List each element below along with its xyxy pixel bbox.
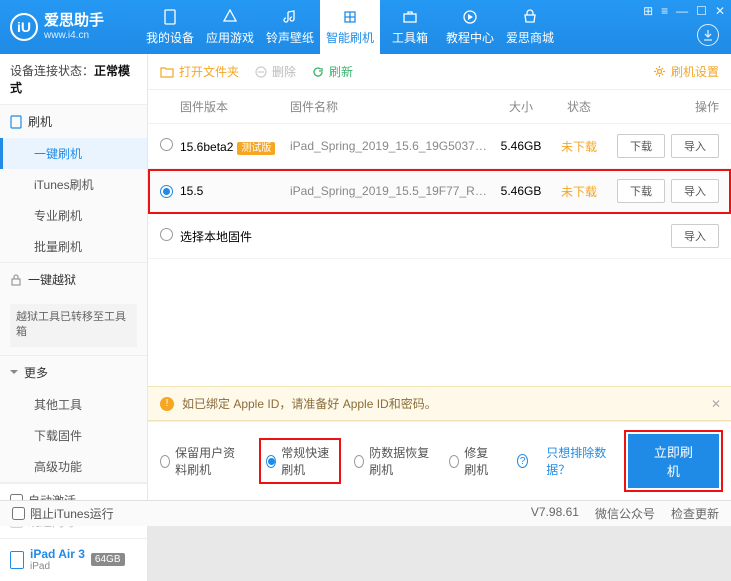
connected-device[interactable]: iPad Air 3 iPad 64GB: [0, 538, 147, 581]
wechat-link[interactable]: 微信公众号: [595, 505, 655, 522]
row-radio[interactable]: [160, 228, 173, 241]
nav-store[interactable]: 爱思商城: [500, 0, 560, 54]
download-button[interactable]: 下载: [617, 134, 665, 158]
col-name: 固件名称: [290, 98, 491, 115]
col-size: 大小: [491, 98, 551, 115]
sidebar-item-other-tools[interactable]: 其他工具: [0, 389, 147, 420]
nav-my-device[interactable]: 我的设备: [140, 0, 200, 54]
app-title: 爱思助手: [44, 13, 104, 30]
help-icon[interactable]: ?: [517, 454, 528, 468]
nav-toolbox[interactable]: 工具箱: [380, 0, 440, 54]
flash-options: 保留用户资料刷机 常规快速刷机 防数据恢复刷机 修复刷机 ? 只想排除数据？ 立…: [148, 421, 731, 500]
import-button[interactable]: 导入: [671, 224, 719, 248]
table-header: 固件版本 固件名称 大小 状态 操作: [148, 90, 731, 124]
opt-normal-fast[interactable]: 常规快速刷机: [264, 443, 336, 479]
sidebar-item-batch-flash[interactable]: 批量刷机: [0, 231, 147, 262]
download-button[interactable]: 下载: [617, 179, 665, 203]
sidebar-item-oneclick-flash[interactable]: 一键刷机: [0, 138, 147, 169]
open-folder-button[interactable]: 打开文件夹: [160, 63, 239, 80]
device-storage-badge: 64GB: [91, 553, 125, 566]
sidebar-item-advanced[interactable]: 高级功能: [0, 451, 147, 482]
close-notice-icon[interactable]: ✕: [711, 397, 721, 411]
delete-button[interactable]: 删除: [255, 63, 296, 80]
refresh-button[interactable]: 刷新: [312, 63, 353, 80]
app-logo: iU 爱思助手 www.i4.cn: [10, 13, 104, 41]
block-itunes-checkbox[interactable]: 阻止iTunes运行: [12, 505, 114, 522]
close-icon[interactable]: ✕: [715, 4, 725, 18]
skin-icon[interactable]: ⊞: [643, 4, 653, 18]
firmware-status: 未下载: [551, 138, 607, 155]
row-radio[interactable]: [160, 185, 173, 198]
sidebar-item-download-fw[interactable]: 下载固件: [0, 420, 147, 451]
folder-icon: [160, 66, 174, 78]
col-version: 固件版本: [180, 98, 290, 115]
table-row-local[interactable]: 选择本地固件 导入: [148, 214, 731, 259]
device-name: iPad Air 3: [30, 547, 85, 561]
flash-now-button[interactable]: 立即刷机: [628, 434, 719, 488]
firmware-size: 5.46GB: [491, 184, 551, 198]
titlebar: iU 爱思助手 www.i4.cn 我的设备 应用游戏 铃声壁纸 智能刷机 工具…: [0, 0, 731, 54]
download-manager-icon[interactable]: [697, 24, 719, 46]
menu-icon[interactable]: ≡: [661, 4, 668, 18]
table-row[interactable]: 15.5 iPad_Spring_2019_15.5_19F77_Restore…: [148, 169, 731, 214]
col-status: 状态: [551, 98, 607, 115]
nav-tutorial[interactable]: 教程中心: [440, 0, 500, 54]
firmware-name: iPad_Spring_2019_15.6_19G5037d_Restore.i…: [290, 139, 491, 153]
firmware-name: iPad_Spring_2019_15.5_19F77_Restore.ipsw: [290, 184, 491, 198]
firmware-table: 固件版本 固件名称 大小 状态 操作 15.6beta2测试版 iPad_Spr…: [148, 90, 731, 386]
appleid-notice: ! 如已绑定 Apple ID，请准备好 Apple ID和密码。 ✕: [148, 386, 731, 421]
maximize-icon[interactable]: ☐: [696, 4, 707, 18]
lock-icon: [10, 274, 22, 286]
check-update-link[interactable]: 检查更新: [671, 505, 719, 522]
app-subtitle: www.i4.cn: [44, 30, 104, 41]
version-label: V7.98.61: [531, 505, 579, 522]
beta-tag: 测试版: [237, 142, 275, 155]
col-action: 操作: [607, 98, 719, 115]
import-button[interactable]: 导入: [671, 134, 719, 158]
minimize-icon[interactable]: —: [676, 4, 688, 18]
nav-apps[interactable]: 应用游戏: [200, 0, 260, 54]
sidebar-item-itunes-flash[interactable]: iTunes刷机: [0, 169, 147, 200]
firmware-size: 5.46GB: [491, 139, 551, 153]
nav-flash[interactable]: 智能刷机: [320, 0, 380, 54]
row-radio[interactable]: [160, 138, 173, 151]
gear-icon: [653, 65, 666, 78]
table-row[interactable]: 15.6beta2测试版 iPad_Spring_2019_15.6_19G50…: [148, 124, 731, 169]
info-icon: !: [160, 397, 174, 411]
window-controls: ⊞ ≡ — ☐ ✕: [643, 4, 725, 18]
device-status: 设备连接状态：正常模式: [0, 54, 147, 105]
main-nav: 我的设备 应用游戏 铃声壁纸 智能刷机 工具箱 教程中心 爱思商城: [140, 0, 560, 54]
logo-icon: iU: [10, 13, 38, 41]
import-button[interactable]: 导入: [671, 179, 719, 203]
jailbreak-note: 越狱工具已转移至工具箱: [10, 304, 137, 347]
exclude-data-link[interactable]: 只想排除数据？: [546, 444, 609, 478]
phone-icon: [10, 115, 22, 129]
sidebar: 设备连接状态：正常模式 刷机 一键刷机 iTunes刷机 专业刷机 批量刷机 一…: [0, 54, 148, 500]
sidebar-item-pro-flash[interactable]: 专业刷机: [0, 200, 147, 231]
main-panel: 打开文件夹 删除 刷新 刷机设置 固件版本: [148, 54, 731, 500]
flash-settings-button[interactable]: 刷机设置: [653, 63, 719, 80]
chevron-down-icon: [10, 370, 18, 374]
device-type: iPad: [30, 561, 85, 573]
statusbar: 阻止iTunes运行 V7.98.61 微信公众号 检查更新: [0, 500, 731, 526]
opt-recovery[interactable]: 防数据恢复刷机: [354, 444, 431, 478]
firmware-status: 未下载: [551, 183, 607, 200]
toolbar: 打开文件夹 删除 刷新 刷机设置: [148, 54, 731, 90]
nav-ringtone[interactable]: 铃声壁纸: [260, 0, 320, 54]
sidebar-group-more[interactable]: 更多: [0, 356, 147, 389]
minus-circle-icon: [255, 66, 267, 78]
sidebar-group-flash[interactable]: 刷机: [0, 105, 147, 138]
opt-repair[interactable]: 修复刷机: [449, 444, 499, 478]
opt-keep-data[interactable]: 保留用户资料刷机: [160, 444, 246, 478]
refresh-icon: [312, 66, 324, 78]
sidebar-group-jailbreak[interactable]: 一键越狱: [0, 263, 147, 296]
device-icon: [10, 551, 24, 569]
